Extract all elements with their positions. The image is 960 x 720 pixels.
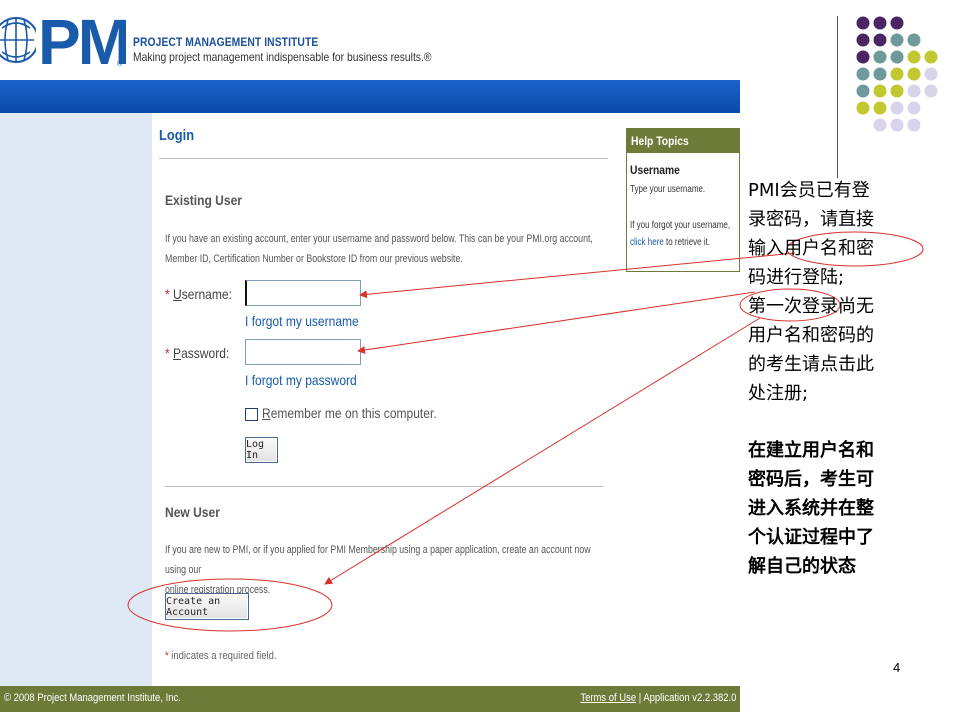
username-input[interactable] bbox=[245, 280, 361, 306]
annotation-line: 个认证过程中了 bbox=[748, 527, 874, 548]
svg-text:®: ® bbox=[117, 60, 123, 68]
help-topic-text: click here to retrieve it. bbox=[630, 237, 711, 248]
password-input[interactable] bbox=[245, 339, 361, 365]
remember-me-label: Remember me on this computer. bbox=[262, 405, 437, 421]
new-user-description: If you are new to PMI, or if you applied… bbox=[165, 544, 591, 596]
create-account-button[interactable]: Create an Account bbox=[165, 593, 249, 620]
decorative-dot bbox=[907, 101, 921, 115]
decorative-dot bbox=[873, 33, 887, 47]
decorative-dot bbox=[890, 16, 904, 30]
decorative-dot bbox=[907, 67, 921, 81]
annotation-line: 用户名和密码的 bbox=[748, 325, 874, 346]
help-topics-title: Help Topics bbox=[631, 134, 689, 148]
new-user-heading: New User bbox=[165, 504, 220, 520]
existing-user-description: If you have an existing account, enter y… bbox=[165, 233, 593, 265]
decorative-dot bbox=[924, 84, 938, 98]
decorative-dot bbox=[856, 50, 870, 64]
forgot-username-link[interactable]: I forgot my username bbox=[245, 313, 359, 329]
decorative-dot bbox=[907, 118, 921, 132]
decorative-dot bbox=[924, 50, 938, 64]
decorative-dot bbox=[873, 84, 887, 98]
decorative-dot bbox=[873, 67, 887, 81]
divider bbox=[165, 486, 603, 487]
annotation-line: 输入用户名和密 bbox=[748, 238, 874, 259]
slide-divider-line bbox=[837, 16, 838, 178]
annotation-line: 第一次登录尚无 bbox=[748, 296, 874, 317]
svg-text:PMI: PMI bbox=[38, 6, 126, 68]
annotation-line: 进入系统并在整 bbox=[748, 498, 874, 519]
annotation-note-status: 在建立用户名和 密码后，考生可 进入系统并在整 个认证过程中了 解自己的状态 bbox=[748, 436, 928, 581]
footer-links: Terms of Use | Application v2.2.382.0 bbox=[579, 692, 736, 704]
decorative-dot bbox=[856, 101, 870, 115]
remember-me-checkbox[interactable] bbox=[245, 408, 258, 421]
decorative-dot bbox=[890, 67, 904, 81]
forgot-password-link[interactable]: I forgot my password bbox=[245, 372, 357, 388]
decorative-dot bbox=[890, 118, 904, 132]
decorative-dot bbox=[856, 33, 870, 47]
annotation-note-login: PMI会员已有登 录密码，请直接 输入用户名和密 码进行登陆; 第一次登录尚无 用户名和密… bbox=[748, 176, 928, 408]
decorative-dot bbox=[856, 16, 870, 30]
decorative-dot bbox=[890, 101, 904, 115]
help-topic-subtitle: Username bbox=[630, 163, 680, 177]
username-label: * Username: bbox=[165, 286, 232, 302]
copyright-text: © 2008 Project Management Institute, Inc… bbox=[4, 692, 181, 704]
help-topic-text: Type your username. bbox=[630, 184, 706, 195]
required-field-note: * indicates a required field. bbox=[165, 650, 277, 662]
help-topics-header: Help Topics bbox=[627, 129, 739, 153]
decorative-dots bbox=[856, 16, 938, 132]
application-version: Application v2.2.382.0 bbox=[642, 692, 736, 704]
annotation-line: 在建立用户名和 bbox=[748, 440, 874, 461]
slide-number: 4 bbox=[893, 660, 901, 675]
help-topics-panel: Help Topics Username Type your username.… bbox=[626, 128, 740, 272]
annotation-line: 解自己的状态 bbox=[748, 556, 856, 577]
annotation-line: 码进行登陆; bbox=[748, 267, 845, 288]
header-bar bbox=[0, 80, 740, 113]
decorative-dot bbox=[907, 84, 921, 98]
annotation-arrow bbox=[357, 291, 756, 354]
annotation-line: 处注册; bbox=[748, 383, 809, 404]
footer-bar: © 2008 Project Management Institute, Inc… bbox=[0, 686, 740, 712]
password-label: * Password: bbox=[165, 345, 230, 361]
decorative-dot bbox=[873, 101, 887, 115]
annotation-line: 的考生请点击此 bbox=[748, 354, 874, 375]
annotation-line: PMI会员已有登 bbox=[748, 180, 870, 201]
log-in-button[interactable]: Log In bbox=[245, 437, 278, 463]
decorative-dot bbox=[907, 50, 921, 64]
decorative-dot bbox=[890, 33, 904, 47]
decorative-dot bbox=[907, 33, 921, 47]
organization-tagline: Making project management indispensable … bbox=[133, 50, 432, 64]
pmi-logo: PMI ® bbox=[0, 6, 126, 68]
terms-of-use-link[interactable]: Terms of Use bbox=[580, 692, 636, 704]
decorative-dot bbox=[924, 67, 938, 81]
existing-user-heading: Existing User bbox=[165, 192, 242, 208]
annotation-line: 密码后，考生可 bbox=[748, 469, 874, 490]
help-click-here-link[interactable]: click here bbox=[630, 237, 664, 248]
decorative-dot bbox=[856, 67, 870, 81]
decorative-dot bbox=[890, 50, 904, 64]
decorative-dot bbox=[890, 84, 904, 98]
annotation-line: 录密码，请直接 bbox=[748, 209, 874, 230]
divider bbox=[159, 158, 608, 159]
left-panel bbox=[0, 113, 152, 686]
decorative-dot bbox=[873, 50, 887, 64]
page-title: Login bbox=[159, 127, 195, 144]
help-topic-text: If you forgot your username, bbox=[630, 220, 731, 231]
decorative-dot bbox=[873, 16, 887, 30]
organization-name: PROJECT MANAGEMENT INSTITUTE bbox=[133, 35, 319, 49]
decorative-dot bbox=[873, 118, 887, 132]
decorative-dot bbox=[856, 84, 870, 98]
